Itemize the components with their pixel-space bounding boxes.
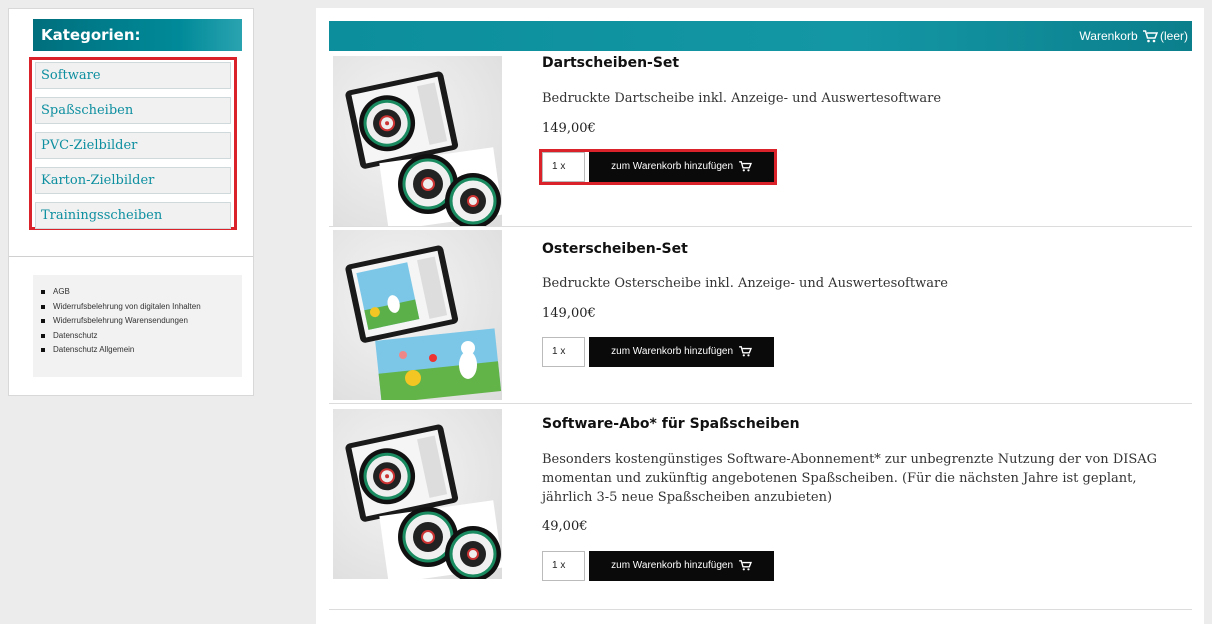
category-panel: Kategorien: Software Spaßscheiben PVC-Zi…	[9, 9, 255, 256]
product-listing: Warenkorb (leer) Dartscheiben-Set Bedruc…	[316, 8, 1204, 624]
add-to-cart-button[interactable]: zum Warenkorb hinzufügen	[589, 551, 774, 581]
add-to-cart-button[interactable]: zum Warenkorb hinzufügen	[589, 152, 774, 182]
add-to-cart-button[interactable]: zum Warenkorb hinzufügen	[589, 337, 774, 367]
sidebar: Kategorien: Software Spaßscheiben PVC-Zi…	[8, 8, 254, 396]
category-item-karton-zielbilder[interactable]: Karton-Zielbilder	[35, 167, 231, 194]
bullet-icon	[41, 348, 45, 353]
category-title: Kategorien:	[33, 19, 242, 51]
legal-link-widerruf-waren[interactable]: Widerrufsbelehrung Warensendungen	[41, 314, 236, 329]
legal-link-agb[interactable]: AGB	[41, 285, 236, 300]
product-item: Software-Abo* für Spaßscheiben Besonders…	[329, 404, 1192, 604]
product-price: 149,00€	[542, 121, 596, 136]
product-item: Dartscheiben-Set Bedruckte Dartscheibe i…	[329, 51, 1192, 226]
category-item-spassscheiben[interactable]: Spaßscheiben	[35, 97, 231, 124]
legal-link-widerruf-digital[interactable]: Widerrufsbelehrung von digitalen Inhalte…	[41, 300, 236, 315]
product-title[interactable]: Software-Abo* für Spaßscheiben	[542, 416, 800, 432]
product-title[interactable]: Osterscheiben-Set	[542, 241, 688, 257]
sidebar-divider	[9, 256, 253, 257]
product-image[interactable]	[333, 56, 502, 226]
bullet-icon	[41, 333, 45, 338]
cart-link[interactable]: Warenkorb (leer)	[1079, 29, 1188, 43]
legal-links-panel: AGB Widerrufsbelehrung von digitalen Inh…	[33, 275, 242, 377]
easter-target-tablet-image	[345, 245, 502, 400]
quantity-input[interactable]: 1 x	[542, 337, 585, 367]
category-item-software[interactable]: Software	[35, 62, 231, 89]
quantity-input[interactable]: 1 x	[542, 152, 585, 182]
product-description: Besonders kostengünstiges Software-Abonn…	[542, 452, 1158, 505]
product-image[interactable]	[333, 230, 502, 400]
product-price: 49,00€	[542, 519, 588, 534]
product-description: Bedruckte Dartscheibe inkl. Anzeige- und…	[542, 91, 942, 106]
category-item-trainingsscheiben[interactable]: Trainingsscheiben	[35, 202, 231, 229]
legal-link-datenschutz[interactable]: Datenschutz	[41, 329, 236, 344]
bullet-icon	[41, 319, 45, 324]
cart-bar: Warenkorb (leer)	[329, 21, 1192, 51]
product-title[interactable]: Dartscheiben-Set	[542, 55, 679, 71]
shopping-cart-icon	[738, 346, 752, 357]
shopping-cart-icon	[738, 560, 752, 571]
product-divider	[329, 609, 1192, 610]
product-description: Bedruckte Osterscheibe inkl. Anzeige- un…	[542, 276, 948, 291]
product-item: Osterscheiben-Set Bedruckte Osterscheibe…	[329, 227, 1192, 402]
product-price: 149,00€	[542, 306, 596, 321]
bullet-icon	[41, 304, 45, 309]
dartboard-tablet-image	[345, 71, 502, 226]
product-image[interactable]	[333, 409, 502, 579]
dartboard-tablet-image	[345, 424, 502, 579]
quantity-input[interactable]: 1 x	[542, 551, 585, 581]
shopping-cart-icon	[1142, 30, 1158, 43]
category-item-pvc-zielbilder[interactable]: PVC-Zielbilder	[35, 132, 231, 159]
shopping-cart-icon	[738, 161, 752, 172]
legal-link-datenschutz-allgemein[interactable]: Datenschutz Allgemein	[41, 343, 236, 358]
category-list: Software Spaßscheiben PVC-Zielbilder Kar…	[29, 57, 237, 230]
bullet-icon	[41, 290, 45, 295]
